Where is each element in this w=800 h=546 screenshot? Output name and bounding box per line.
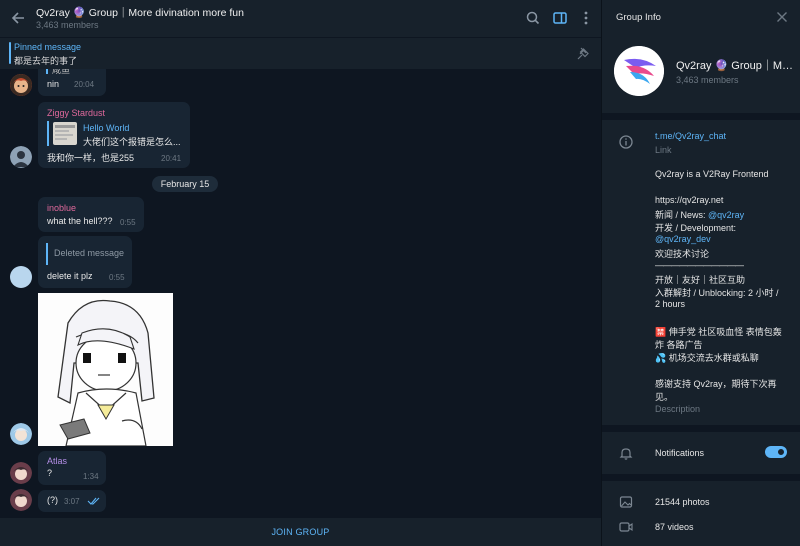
message-bubble[interactable]: 咸鱼 nin 20:04	[38, 69, 106, 96]
desc-line: 2 hours	[655, 299, 686, 309]
reply-thumbnail	[53, 122, 77, 145]
dev-channel-link[interactable]: @qv2ray_dev	[655, 234, 711, 244]
group-name: Qv2ray 🔮 Group｜More divination more fun	[676, 60, 798, 72]
photos-count[interactable]: 21544 photos	[655, 497, 710, 507]
avatar[interactable]	[10, 462, 32, 484]
pinned-label: Pinned message	[14, 42, 82, 52]
message-bubble[interactable]: inoblue what the hell??? 0:55	[38, 197, 144, 232]
toggle-knob	[776, 447, 786, 457]
avatar[interactable]	[10, 266, 32, 288]
reply-text: 大佬们这个报错是怎么...	[83, 137, 181, 147]
message-time: 20:41	[161, 154, 182, 163]
message-time: 0:55	[120, 218, 136, 227]
message-time: 20:04	[74, 80, 95, 89]
message-time: 0:55	[109, 273, 125, 282]
desc-news-label: 新闻 / News:	[655, 210, 709, 220]
deleted-reply-text: Deleted message	[54, 248, 125, 258]
group-avatar[interactable]	[614, 46, 664, 96]
desc-line: 入群解封 / Unblocking: 2 小时 /	[655, 288, 779, 298]
join-bar: JOIN GROUP	[0, 518, 601, 546]
section-divider	[602, 113, 800, 120]
link-label: Link	[655, 145, 672, 155]
group-info-panel: Group Info Qv2ray 🔮 Group｜More divinatio…	[601, 0, 800, 546]
more-options-icon[interactable]	[576, 8, 596, 28]
news-channel-link[interactable]: @qv2ray	[708, 210, 744, 220]
bell-icon	[618, 445, 634, 461]
sender-name[interactable]: Ziggy Stardust	[47, 108, 105, 118]
pinned-accent-line	[9, 42, 11, 64]
message-text: nin	[47, 79, 60, 89]
desc-line: 欢迎技术讨论	[655, 249, 710, 259]
quote-bar	[46, 69, 48, 74]
message-text: (?)	[47, 495, 58, 505]
chat-pane: Qv2ray 🔮 Group｜More divination more fun …	[0, 0, 601, 546]
notifications-label: Notifications	[655, 448, 705, 458]
message-time: 1:34	[83, 472, 99, 481]
video-icon	[618, 519, 634, 535]
desc-line[interactable]: https://qv2ray.net	[655, 195, 723, 205]
close-icon[interactable]	[774, 9, 790, 25]
pinned-message-bar[interactable]: Pinned message 都是去年的事了	[0, 37, 601, 69]
message-bubble[interactable]: (?) 3:07	[38, 490, 106, 512]
read-checks-icon	[87, 496, 101, 506]
info-icon	[618, 134, 634, 150]
sender-name[interactable]: Atlas	[47, 456, 67, 466]
notifications-toggle[interactable]	[765, 446, 787, 458]
reply-title: Hello World	[83, 123, 130, 133]
desc-line: Qv2ray is a V2Ray Frontend	[655, 169, 769, 179]
desc-line: 见。	[655, 392, 674, 402]
message-text: delete it plz	[47, 271, 93, 281]
search-icon[interactable]	[523, 8, 543, 28]
group-member-count: 3,463 members	[676, 75, 739, 85]
message-text: what the hell???	[47, 216, 113, 226]
avatar[interactable]	[10, 146, 32, 168]
reply-bar	[47, 121, 49, 146]
join-group-button[interactable]: JOIN GROUP	[0, 518, 601, 546]
section-divider	[602, 474, 800, 481]
unpin-icon[interactable]	[574, 45, 592, 63]
date-separator: February 15	[152, 176, 218, 192]
chat-title[interactable]: Qv2ray 🔮 Group｜More divination more fun	[36, 5, 244, 20]
date-separator-label: February 15	[160, 179, 210, 189]
desc-line: 💦 机场交流去水群或私聊	[655, 353, 759, 363]
desc-line: 感谢支持 Qv2ray，期待下次再	[655, 379, 777, 389]
chat-header: Qv2ray 🔮 Group｜More divination more fun …	[0, 0, 601, 37]
desc-line: ———————————	[655, 260, 744, 270]
avatar[interactable]	[10, 423, 32, 445]
pinned-text: 都是去年的事了	[14, 56, 78, 66]
avatar[interactable]	[10, 489, 32, 511]
panel-title: Group Info	[616, 12, 661, 23]
side-panel-icon[interactable]	[550, 8, 570, 28]
message-bubble[interactable]: Deleted message delete it plz 0:55	[38, 236, 132, 288]
desc-line: 开发 / Development:	[655, 223, 737, 233]
quoted-text: 咸鱼	[52, 69, 71, 75]
message-time: 3:07	[64, 497, 80, 506]
description-label: Description	[655, 404, 701, 414]
group-link[interactable]: t.me/Qv2ray_chat	[655, 131, 726, 141]
desc-line: 炸 各路广告	[655, 340, 703, 350]
message-text: 我和你一样，也是255	[47, 153, 135, 163]
message-list[interactable]: 咸鱼 nin 20:04 Ziggy Stardust Hello World …	[0, 69, 601, 518]
photo-icon	[618, 494, 634, 510]
sticker-image[interactable]	[38, 293, 173, 446]
deleted-reply-bar	[46, 243, 48, 265]
desc-line: 新闻 / News: @qv2ray	[655, 208, 744, 221]
section-divider	[602, 425, 800, 432]
videos-count[interactable]: 87 videos	[655, 522, 694, 532]
message-text: ?	[47, 468, 53, 478]
avatar[interactable]	[10, 74, 32, 96]
desc-line: 开放｜友好｜社区互助	[655, 275, 746, 285]
chat-member-count: 3,463 members	[36, 20, 99, 30]
desc-line: 🈲 伸手党 社区吸血怪 表情包轰	[655, 327, 782, 337]
sender-name[interactable]: inoblue	[47, 203, 76, 213]
back-arrow-icon[interactable]	[8, 7, 30, 29]
message-bubble[interactable]: Atlas ? 1:34	[38, 451, 106, 485]
message-bubble[interactable]: Ziggy Stardust Hello World 大佬们这个报错是怎么...…	[38, 102, 190, 168]
